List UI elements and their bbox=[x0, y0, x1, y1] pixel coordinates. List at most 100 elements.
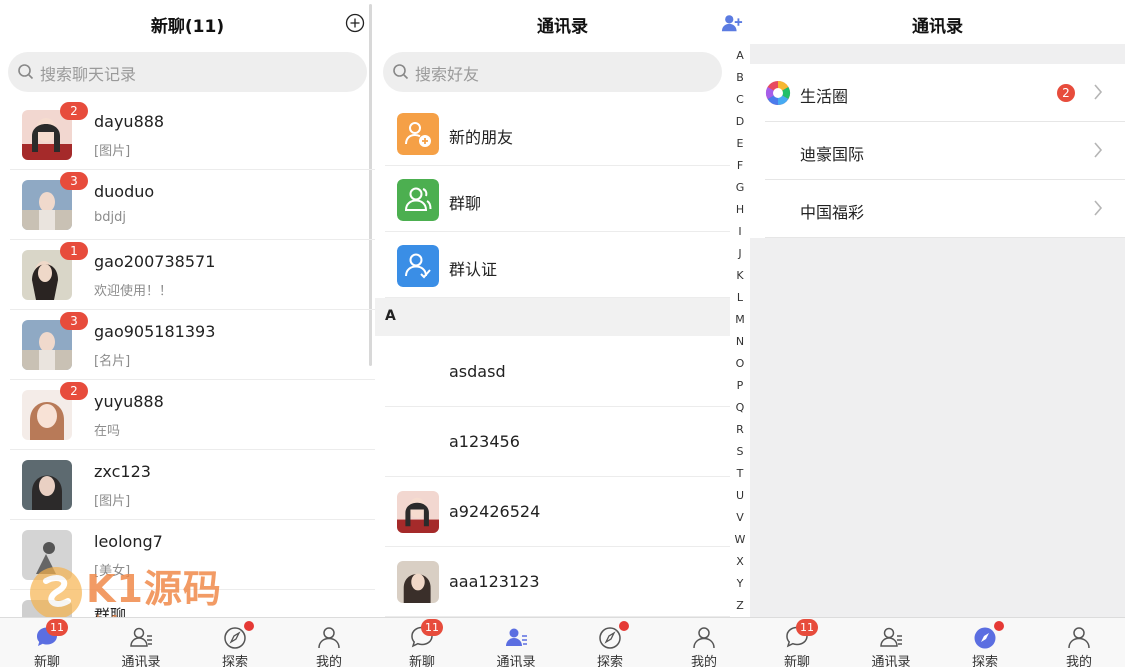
chat-item[interactable]: zxc123 [图片] bbox=[10, 450, 375, 520]
tab-me[interactable]: 我的 bbox=[1032, 618, 1125, 667]
discover-label: 迪豪国际 bbox=[800, 145, 865, 164]
group-verify-item[interactable]: 群认证 bbox=[385, 232, 730, 298]
chat-tab-badge: 11 bbox=[46, 619, 68, 636]
profile-icon bbox=[318, 627, 340, 649]
index-letter[interactable]: B bbox=[730, 70, 750, 92]
tab-explore[interactable]: 探索 bbox=[563, 618, 657, 667]
chat-item[interactable]: 3 duoduo bdjdj bbox=[10, 170, 375, 240]
group-verify-icon bbox=[397, 245, 439, 287]
tab-label: 我的 bbox=[1065, 655, 1092, 667]
index-letter[interactable]: A bbox=[730, 48, 750, 70]
chat-preview: bdjdj bbox=[94, 210, 126, 225]
index-letter[interactable]: G bbox=[730, 180, 750, 202]
index-letter[interactable]: X bbox=[730, 554, 750, 576]
contact-item[interactable]: a123456 bbox=[385, 407, 730, 477]
chevron-right-icon bbox=[1094, 200, 1103, 216]
index-letter[interactable]: U bbox=[730, 488, 750, 510]
tab-chats[interactable]: 11 新聊 bbox=[750, 618, 844, 667]
chat-preview: 欢迎使用！！ bbox=[94, 284, 173, 299]
lottery-item[interactable]: 中国福彩 bbox=[765, 180, 1125, 238]
index-letter[interactable]: C bbox=[730, 92, 750, 114]
discover-label: 生活圈 bbox=[800, 87, 849, 106]
discover-screen: 通讯录 生活圈 2 迪豪国际 中国福彩 11 新聊 通讯录 探索 我的 bbox=[750, 0, 1125, 667]
search-placeholder: 搜索好友 bbox=[415, 65, 480, 84]
contacts-screen: 通讯录 搜索好友 新的朋友 群聊 群认证 A asdasd a123456 a9… bbox=[375, 0, 750, 667]
section-header: A bbox=[375, 298, 730, 336]
search-input[interactable]: 搜索好友 bbox=[383, 52, 722, 92]
tab-label: 通讯录 bbox=[871, 655, 911, 667]
contact-item[interactable]: asdasd bbox=[385, 337, 730, 407]
index-letter[interactable]: N bbox=[730, 334, 750, 356]
index-letter[interactable]: R bbox=[730, 422, 750, 444]
index-letter[interactable]: K bbox=[730, 268, 750, 290]
chat-preview: [名片] bbox=[94, 354, 131, 369]
index-letter[interactable]: I bbox=[730, 224, 750, 246]
moments-icon bbox=[765, 81, 791, 105]
chat-name: leolong7 bbox=[94, 532, 163, 551]
chat-item[interactable]: 1 gao200738571 欢迎使用！！ bbox=[10, 240, 375, 310]
index-letter[interactable]: F bbox=[730, 158, 750, 180]
profile-icon bbox=[1068, 627, 1090, 649]
search-icon bbox=[18, 64, 34, 80]
unread-badge: 2 bbox=[60, 382, 88, 400]
dihao-item[interactable]: 迪豪国际 bbox=[765, 122, 1125, 180]
avatar bbox=[397, 491, 439, 533]
index-letter[interactable]: E bbox=[730, 136, 750, 158]
index-letter[interactable]: S bbox=[730, 444, 750, 466]
search-input[interactable]: 搜索聊天记录 bbox=[8, 52, 367, 92]
index-letter[interactable]: T bbox=[730, 466, 750, 488]
chat-item[interactable]: 3 gao905181393 [名片] bbox=[10, 310, 375, 380]
explore-dot bbox=[244, 621, 254, 631]
tab-label: 探索 bbox=[221, 655, 248, 667]
contacts-icon bbox=[506, 628, 527, 646]
index-letter[interactable]: P bbox=[730, 378, 750, 400]
index-letter[interactable]: Y bbox=[730, 576, 750, 598]
contacts-header: 通讯录 bbox=[375, 0, 750, 44]
index-letter[interactable]: J bbox=[730, 246, 750, 268]
contacts-icon bbox=[130, 627, 152, 647]
index-letter[interactable]: M bbox=[730, 312, 750, 334]
new-friends-item[interactable]: 新的朋友 bbox=[385, 100, 730, 166]
tab-chats[interactable]: 11 新聊 bbox=[0, 618, 94, 667]
chevron-right-icon bbox=[1094, 142, 1103, 158]
chat-item[interactable]: 2 yuyu888 在吗 bbox=[10, 380, 375, 450]
tab-label: 通讯录 bbox=[121, 655, 161, 667]
tab-label: 新聊 bbox=[33, 655, 60, 667]
tab-contacts[interactable]: 通讯录 bbox=[844, 618, 938, 667]
tab-chats[interactable]: 11 新聊 bbox=[375, 618, 469, 667]
page-title: 通讯录 bbox=[912, 17, 963, 37]
tab-contacts[interactable]: 通讯录 bbox=[469, 618, 563, 667]
function-label: 群认证 bbox=[449, 260, 498, 279]
chats-header: 新聊(11) bbox=[0, 0, 375, 44]
tab-contacts[interactable]: 通讯录 bbox=[94, 618, 188, 667]
contact-name: a92426524 bbox=[449, 502, 541, 521]
plus-circle-icon[interactable] bbox=[344, 12, 366, 34]
contact-item[interactable]: aaa123123 bbox=[385, 547, 730, 617]
discover-label: 中国福彩 bbox=[800, 203, 865, 222]
index-letter[interactable]: L bbox=[730, 290, 750, 312]
group-chat-item[interactable]: 群聊 bbox=[385, 166, 730, 232]
index-letter[interactable]: W bbox=[730, 532, 750, 554]
moments-item[interactable]: 生活圈 2 bbox=[765, 64, 1125, 122]
section-letter: A bbox=[385, 308, 396, 324]
tab-label: 探索 bbox=[971, 655, 998, 667]
index-letter[interactable]: H bbox=[730, 202, 750, 224]
index-letter[interactable]: Q bbox=[730, 400, 750, 422]
tab-label: 通讯录 bbox=[496, 655, 536, 667]
chat-item[interactable]: 2 dayu888 [图片] bbox=[10, 100, 375, 170]
unread-badge: 3 bbox=[60, 312, 88, 330]
index-letter[interactable]: D bbox=[730, 114, 750, 136]
index-letter[interactable]: O bbox=[730, 356, 750, 378]
tab-explore[interactable]: 探索 bbox=[938, 618, 1032, 667]
tab-me[interactable]: 我的 bbox=[282, 618, 375, 667]
search-placeholder: 搜索聊天记录 bbox=[40, 65, 137, 84]
group-chat-icon bbox=[397, 179, 439, 221]
profile-icon bbox=[693, 627, 715, 649]
tab-label: 探索 bbox=[596, 655, 623, 667]
contact-item[interactable]: a92426524 bbox=[385, 477, 730, 547]
tab-me[interactable]: 我的 bbox=[657, 618, 750, 667]
index-letter[interactable]: V bbox=[730, 510, 750, 532]
add-contact-icon[interactable] bbox=[721, 12, 743, 34]
alphabet-index[interactable]: A B C D E F G H I J K L M N O P Q R S T … bbox=[730, 48, 750, 620]
tab-explore[interactable]: 探索 bbox=[188, 618, 282, 667]
